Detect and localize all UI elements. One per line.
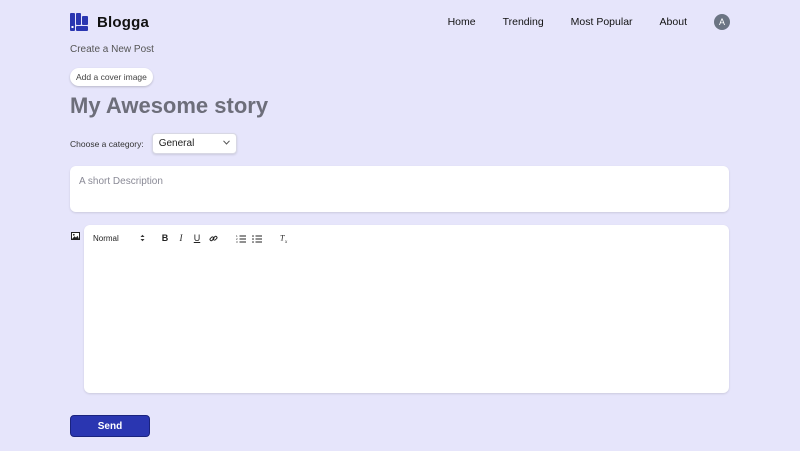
clear-format-icon[interactable]: T x [277,231,293,245]
image-icon[interactable] [71,227,80,240]
chevron-down-icon [222,140,230,147]
navbar: Blogga Home Trending Most Popular About … [70,10,730,34]
nav-links: Home Trending Most Popular About A [448,14,730,30]
brand-name: Blogga [97,13,150,31]
nav-link-trending[interactable]: Trending [503,16,544,28]
svg-text:3: 3 [236,240,238,243]
underline-button[interactable]: U [189,231,205,245]
rich-text-editor[interactable]: Normal B I U 1 2 3 T x [84,225,729,393]
link-icon[interactable] [205,231,221,245]
ordered-list-icon[interactable]: 1 2 3 [233,231,249,245]
page-subtitle: Create a New Post [70,44,154,55]
description-input[interactable] [70,166,729,212]
page: Blogga Home Trending Most Popular About … [0,0,800,451]
category-label: Choose a category: [70,138,144,149]
nav-link-about[interactable]: About [660,16,687,28]
nav-link-home[interactable]: Home [448,16,476,28]
heading-select[interactable]: Normal [93,234,145,243]
bold-button[interactable]: B [157,231,173,245]
bullet-list-icon[interactable] [249,231,265,245]
add-cover-image-button[interactable]: Add a cover image [70,68,153,86]
category-row: Choose a category: General [70,133,237,154]
heading-select-value: Normal [93,233,119,243]
nav-link-most-popular[interactable]: Most Popular [571,16,633,28]
italic-button[interactable]: I [173,231,189,245]
category-selected-value: General [158,138,195,149]
updown-arrows-icon [140,234,145,242]
story-title[interactable]: My Awesome story [70,93,268,119]
send-button[interactable]: Send [70,415,150,437]
blogga-logo-icon [70,13,89,31]
brand[interactable]: Blogga [70,13,149,31]
editor-toolbar: Normal B I U 1 2 3 T x [93,231,293,245]
svg-text:x: x [284,240,288,243]
avatar[interactable]: A [714,14,730,30]
category-select[interactable]: General [151,133,237,154]
